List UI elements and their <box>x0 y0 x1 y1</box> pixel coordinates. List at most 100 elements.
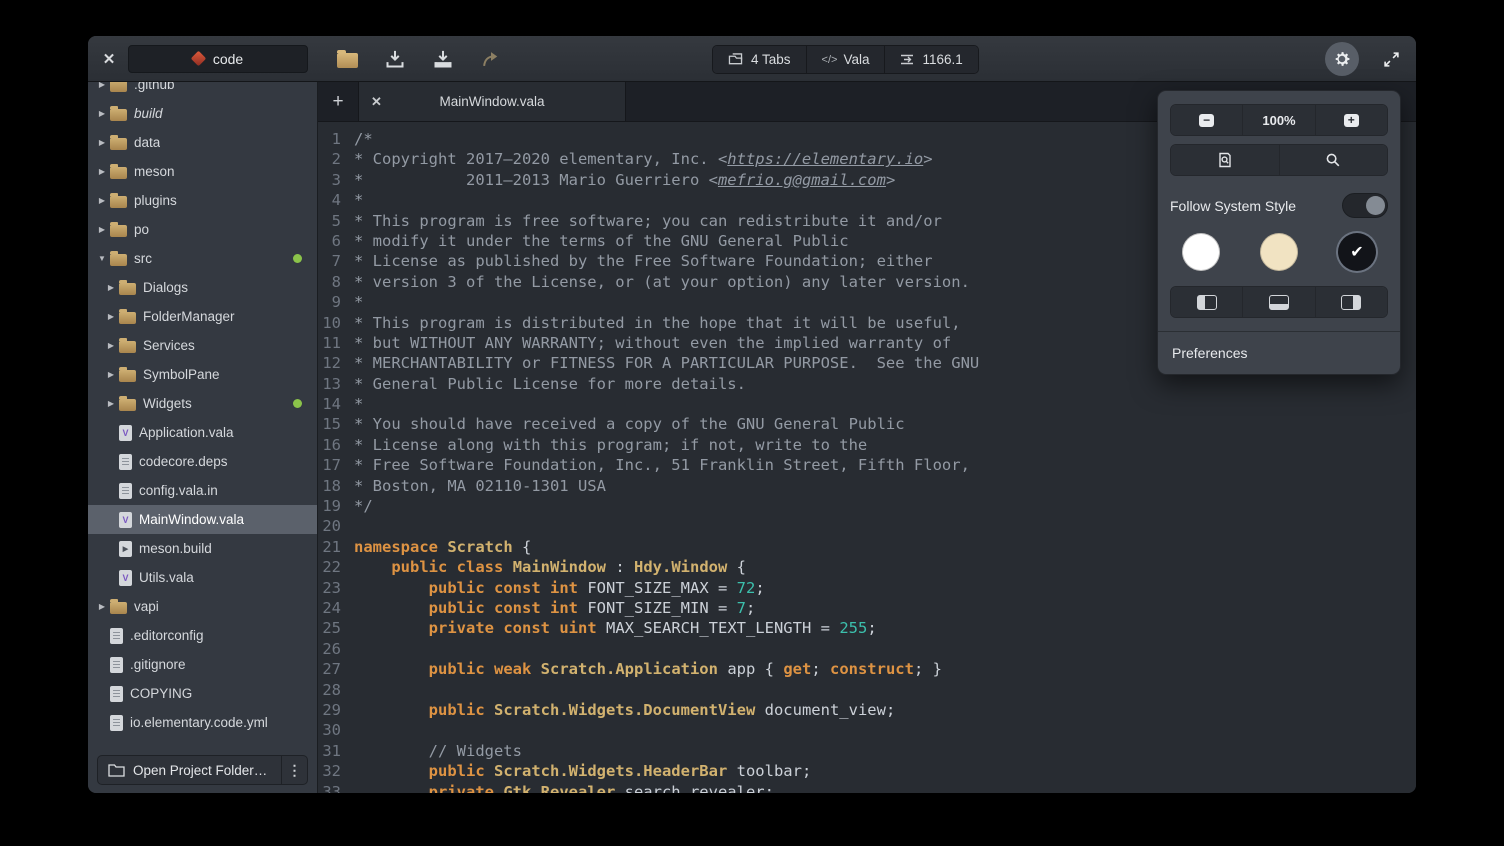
show-symbol-pane-button[interactable] <box>1316 287 1387 317</box>
tree-item-data[interactable]: data <box>88 128 317 157</box>
new-tab-button[interactable]: + <box>318 82 358 121</box>
code-line-14[interactable]: 14* <box>318 394 1416 414</box>
code-line-21[interactable]: 21namespace Scratch { <box>318 537 1416 557</box>
share-button[interactable] <box>480 49 502 69</box>
code-line-16[interactable]: 16* License along with this program; if … <box>318 435 1416 455</box>
code-line-29[interactable]: 29 public Scratch.Widgets.DocumentView d… <box>318 700 1416 720</box>
tree-item-symbolpane[interactable]: SymbolPane <box>88 360 317 389</box>
zoom-out-button[interactable]: − <box>1171 105 1243 135</box>
window-close-button[interactable]: ✕ <box>98 50 120 68</box>
code-line-19[interactable]: 19*/ <box>318 496 1416 516</box>
expander-right-icon[interactable] <box>103 312 119 321</box>
global-search-button[interactable] <box>1280 145 1388 175</box>
code-line-33[interactable]: 33 private Gtk.Revealer search_revealer; <box>318 782 1416 794</box>
tree-item-mainwindow-vala[interactable]: VMainWindow.vala <box>88 505 317 534</box>
tree-item--editorconfig[interactable]: .editorconfig <box>88 621 317 650</box>
code-line-31[interactable]: 31 // Widgets <box>318 741 1416 761</box>
tree-item-application-vala[interactable]: VApplication.vala <box>88 418 317 447</box>
tree-item--github[interactable]: .github <box>88 82 317 99</box>
tree-item-foldermanager[interactable]: FolderManager <box>88 302 317 331</box>
code-brackets-icon: </> <box>822 54 838 66</box>
folder-icon <box>119 399 136 411</box>
expander-right-icon[interactable] <box>94 196 110 205</box>
expander-right-icon[interactable] <box>94 225 110 234</box>
search-icon <box>1325 152 1341 168</box>
expander-right-icon[interactable] <box>94 109 110 118</box>
code-line-25[interactable]: 25 private const uint MAX_SEARCH_TEXT_LE… <box>318 618 1416 638</box>
expander-right-icon[interactable] <box>94 138 110 147</box>
save-button[interactable] <box>384 49 406 69</box>
tree-item-utils-vala[interactable]: VUtils.vala <box>88 563 317 592</box>
zoom-in-button[interactable]: + <box>1316 105 1387 135</box>
code-line-26[interactable]: 26 <box>318 639 1416 659</box>
code-line-32[interactable]: 32 public Scratch.Widgets.HeaderBar tool… <box>318 761 1416 781</box>
line-number: 22 <box>318 557 354 577</box>
file-tree: .githubbuilddatamesonpluginsposrcDialogs… <box>88 82 317 747</box>
expander-right-icon[interactable] <box>103 370 119 379</box>
tabs-overview-button[interactable]: 4 Tabs <box>713 46 807 73</box>
tree-item-vapi[interactable]: vapi <box>88 592 317 621</box>
tree-item-po[interactable]: po <box>88 215 317 244</box>
zoom-level-button[interactable]: 100% <box>1243 105 1315 135</box>
tab-mainwindow-vala[interactable]: ✕ MainWindow.vala <box>358 82 626 121</box>
code-line-15[interactable]: 15* You should have received a copy of t… <box>318 414 1416 434</box>
code-line-30[interactable]: 30 <box>318 720 1416 740</box>
project-menu-button[interactable]: ⋮ <box>281 756 307 784</box>
expander-right-icon[interactable] <box>94 82 110 89</box>
fullscreen-button[interactable] <box>1383 51 1400 68</box>
preferences-menu-item[interactable]: Preferences <box>1170 332 1388 374</box>
line-number: 15 <box>318 414 354 434</box>
show-terminal-button[interactable] <box>1243 287 1315 317</box>
goto-line-button[interactable]: 1166.1 <box>885 46 977 73</box>
folder-icon <box>110 602 127 614</box>
show-sidebar-button[interactable] <box>1171 287 1243 317</box>
tree-item-meson[interactable]: meson <box>88 157 317 186</box>
expander-down-icon[interactable] <box>94 254 110 263</box>
file-icon: V <box>119 570 132 586</box>
code-line-27[interactable]: 27 public weak Scratch.Application app {… <box>318 659 1416 679</box>
save-as-button[interactable] <box>432 49 454 69</box>
tree-item-widgets[interactable]: Widgets <box>88 389 317 418</box>
language-mode-button[interactable]: </> Vala <box>807 46 886 73</box>
style-dark-option-selected[interactable]: ✔ <box>1338 233 1376 271</box>
expander-right-icon[interactable] <box>103 283 119 292</box>
tree-item-plugins[interactable]: plugins <box>88 186 317 215</box>
tree-item-io-elementary-code-yml[interactable]: io.elementary.code.yml <box>88 708 317 737</box>
folder-icon <box>110 225 127 237</box>
zoom-level-label: 100% <box>1262 113 1295 128</box>
code-line-23[interactable]: 23 public const int FONT_SIZE_MAX = 72; <box>318 578 1416 598</box>
tree-item-config-vala-in[interactable]: config.vala.in <box>88 476 317 505</box>
open-file-button[interactable] <box>336 49 358 69</box>
tree-item-copying[interactable]: COPYING <box>88 679 317 708</box>
code-line-20[interactable]: 20 <box>318 516 1416 536</box>
code-line-28[interactable]: 28 <box>318 680 1416 700</box>
code-line-17[interactable]: 17* Free Software Foundation, Inc., 51 F… <box>318 455 1416 475</box>
tree-item-services[interactable]: Services <box>88 331 317 360</box>
code-line-18[interactable]: 18* Boston, MA 02110-1301 USA <box>318 476 1416 496</box>
find-in-page-button[interactable] <box>1171 145 1280 175</box>
code-line-24[interactable]: 24 public const int FONT_SIZE_MIN = 7; <box>318 598 1416 618</box>
settings-menu-button[interactable] <box>1325 42 1359 76</box>
tree-item-src[interactable]: src <box>88 244 317 273</box>
open-project-folder-button[interactable]: Open Project Folder… ⋮ <box>97 755 308 785</box>
line-number: 26 <box>318 639 354 659</box>
style-sepia-option[interactable] <box>1260 233 1298 271</box>
tree-item-meson-build[interactable]: meson.build <box>88 534 317 563</box>
line-content: public class MainWindow : Hdy.Window { <box>354 557 746 577</box>
expander-right-icon[interactable] <box>103 399 119 408</box>
project-chooser-button[interactable]: code <box>128 45 308 73</box>
style-light-option[interactable] <box>1182 233 1220 271</box>
follow-system-style-switch[interactable] <box>1342 193 1388 218</box>
expander-right-icon[interactable] <box>103 341 119 350</box>
code-line-22[interactable]: 22 public class MainWindow : Hdy.Window … <box>318 557 1416 577</box>
expander-right-icon[interactable] <box>94 167 110 176</box>
line-content: */ <box>354 496 373 516</box>
code-line-13[interactable]: 13* General Public License for more deta… <box>318 374 1416 394</box>
tree-item-codecore-deps[interactable]: codecore.deps <box>88 447 317 476</box>
tab-close-button[interactable]: ✕ <box>371 94 389 110</box>
expander-right-icon[interactable] <box>94 602 110 611</box>
tree-item-build[interactable]: build <box>88 99 317 128</box>
header-segmented-control: 4 Tabs </> Vala 1166.1 <box>712 45 979 74</box>
tree-item-dialogs[interactable]: Dialogs <box>88 273 317 302</box>
tree-item--gitignore[interactable]: .gitignore <box>88 650 317 679</box>
